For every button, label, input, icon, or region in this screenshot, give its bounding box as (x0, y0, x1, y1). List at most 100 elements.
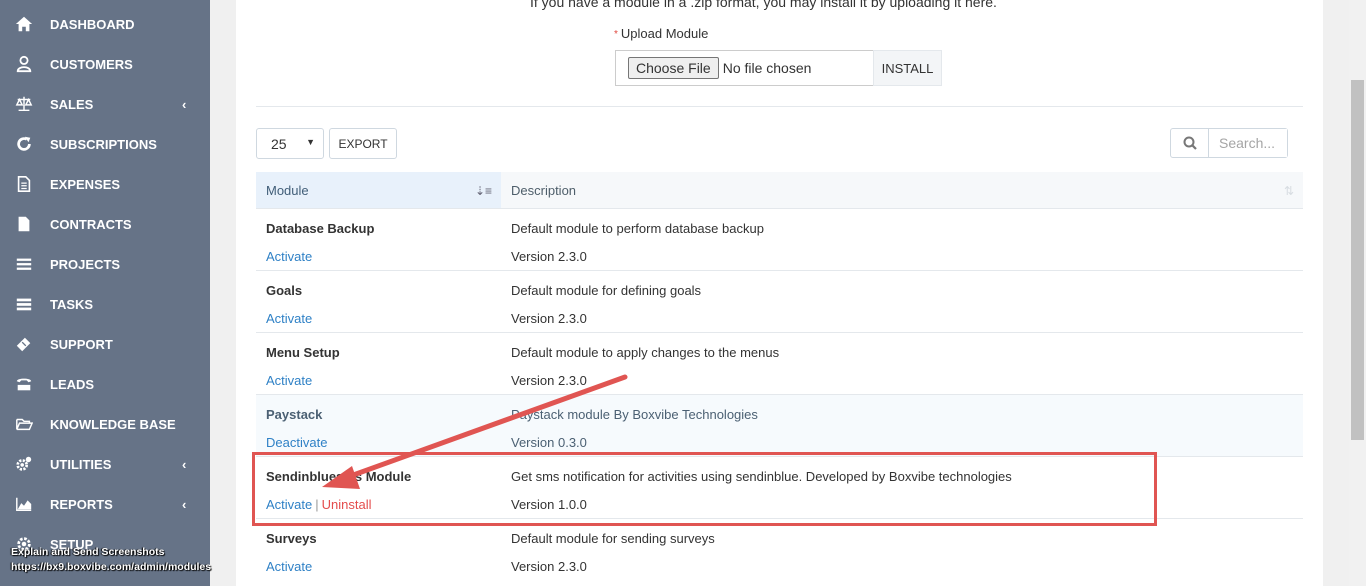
cogs-icon (14, 454, 34, 474)
sidebar-item-label: SUPPORT (50, 336, 113, 352)
sidebar-item-contracts[interactable]: CONTRACTS (0, 204, 210, 244)
table-row: Surveys Activate Default module for send… (256, 518, 1303, 580)
module-name: Database Backup (266, 221, 375, 236)
caret-down-icon: ▼ (306, 137, 315, 147)
sidebar-item-setup[interactable]: SETUP (0, 524, 210, 564)
sidebar-item-label: UTILITIES (50, 456, 112, 472)
module-description: Default module to perform database backu… (511, 221, 764, 236)
sidebar-item-label: SUBSCRIPTIONS (50, 136, 157, 152)
activate-link[interactable]: Activate (266, 249, 312, 264)
sidebar-item-label: SALES (50, 96, 94, 112)
area-chart-icon (14, 494, 34, 514)
sidebar-item-subscriptions[interactable]: SUBSCRIPTIONS (0, 124, 210, 164)
module-name: Goals (266, 283, 303, 298)
column-header-label: Module (266, 182, 309, 198)
tasks-icon (14, 294, 34, 314)
sidebar-item-knowledge-base[interactable]: KNOWLEDGE BASE (0, 404, 210, 444)
row-actions: Deactivate (266, 435, 327, 450)
chevron-left-icon: ‹ (182, 496, 187, 512)
screenshot-overlay-url: https://bx9.boxvibe.com/admin/modules (11, 561, 212, 573)
choose-file-button[interactable]: Choose File (628, 57, 719, 79)
export-button[interactable]: EXPORT (329, 128, 397, 159)
sidebar-item-label: DASHBOARD (50, 16, 135, 32)
sidebar-item-label: PROJECTS (50, 256, 121, 272)
module-name: Surveys (266, 531, 317, 546)
column-header-module[interactable]: Module ⇣≡ (256, 172, 501, 208)
module-version: Version 2.3.0 (511, 311, 587, 326)
file-icon (14, 214, 34, 234)
table-row: Paystack Deactivate Paystack module By B… (256, 394, 1303, 456)
table-row: Menu Setup Activate Default module to ap… (256, 332, 1303, 394)
screenshot-overlay-title: Explain and Send Screenshots (11, 546, 165, 558)
sidebar-item-customers[interactable]: CUSTOMERS (0, 44, 210, 84)
sidebar-item-label: EXPENSES (50, 176, 121, 192)
module-version: Version 2.3.0 (511, 249, 587, 264)
module-name: Paystack (266, 407, 323, 422)
annotation-highlight-box (252, 452, 1157, 526)
column-header-description[interactable]: Description ⇅ (501, 172, 1303, 208)
search-icon[interactable] (1171, 129, 1209, 157)
sidebar-item-label: LEADS (50, 376, 95, 392)
upload-label-text: Upload Module (620, 26, 709, 41)
table-row: Database Backup Activate Default module … (256, 208, 1303, 270)
module-name: Menu Setup (266, 345, 340, 360)
module-version: Version 2.3.0 (511, 559, 587, 574)
sidebar-item-expenses[interactable]: EXPENSES (0, 164, 210, 204)
page-scrollbar[interactable] (1349, 0, 1366, 586)
required-mark: * (614, 29, 618, 40)
sidebar-item-label: CONTRACTS (50, 216, 132, 232)
activate-link[interactable]: Activate (266, 559, 312, 574)
divider (256, 106, 1303, 107)
sidebar-item-sales[interactable]: SALES ‹ (0, 84, 210, 124)
bars-icon (14, 254, 34, 274)
upload-hint: If you have a module in a .zip format, y… (530, 0, 997, 10)
module-version: Version 2.3.0 (511, 373, 587, 388)
sidebar-item-leads[interactable]: LEADS (0, 364, 210, 404)
page-length-select[interactable]: 25 ▼ (256, 128, 324, 159)
activate-link[interactable]: Activate (266, 311, 312, 326)
module-description: Paystack module By Boxvibe Technologies (511, 407, 758, 422)
page-length-value: 25 (271, 135, 287, 152)
module-file-input[interactable]: Choose File No file chosen (615, 50, 874, 86)
sidebar-item-dashboard[interactable]: DASHBOARD (0, 4, 210, 44)
sidebar-item-label: TASKS (50, 296, 94, 312)
tty-icon (14, 374, 34, 394)
sidebar-item-tasks[interactable]: TASKS (0, 284, 210, 324)
sidebar-item-label: REPORTS (50, 496, 113, 512)
home-icon (14, 14, 34, 34)
module-description: Default module to apply changes to the m… (511, 345, 780, 360)
sidebar-item-utilities[interactable]: UTILITIES ‹ (0, 444, 210, 484)
install-button[interactable]: INSTALL (873, 50, 942, 86)
row-actions: Activate (266, 249, 312, 264)
module-version: Version 0.3.0 (511, 435, 587, 450)
module-description: Default module for sending surveys (511, 531, 715, 546)
sidebar-item-support[interactable]: SUPPORT (0, 324, 210, 364)
chevron-left-icon: ‹ (182, 96, 187, 112)
sidebar-item-reports[interactable]: REPORTS ‹ (0, 484, 210, 524)
folder-open-icon (14, 414, 34, 434)
refresh-icon (14, 134, 34, 154)
search-input[interactable] (1209, 129, 1287, 157)
sidebar-item-label: CUSTOMERS (50, 56, 133, 72)
module-description: Default module for defining goals (511, 283, 702, 298)
file-text-icon (14, 174, 34, 194)
chevron-left-icon: ‹ (182, 456, 187, 472)
sidebar-item-projects[interactable]: PROJECTS (0, 244, 210, 284)
user-icon (14, 54, 34, 74)
table-row: Goals Activate Default module for defini… (256, 270, 1303, 332)
row-actions: Activate (266, 559, 312, 574)
search-group (1170, 128, 1288, 158)
sort-asc-icon: ⇣≡ (474, 184, 492, 198)
sort-icon: ⇅ (1283, 184, 1294, 198)
column-header-label: Description (511, 182, 577, 198)
no-file-text: No file chosen (722, 60, 812, 76)
ticket-icon (14, 334, 34, 354)
scrollbar-thumb[interactable] (1351, 80, 1364, 440)
activate-link[interactable]: Activate (266, 373, 312, 388)
deactivate-link[interactable]: Deactivate (266, 435, 327, 450)
sidebar: DASHBOARD CUSTOMERS SALES ‹ SUBSCRIPTION… (0, 0, 212, 586)
balance-scale-icon (14, 94, 34, 114)
sidebar-item-label: KNOWLEDGE BASE (50, 416, 176, 432)
row-actions: Activate (266, 373, 312, 388)
row-actions: Activate (266, 311, 312, 326)
